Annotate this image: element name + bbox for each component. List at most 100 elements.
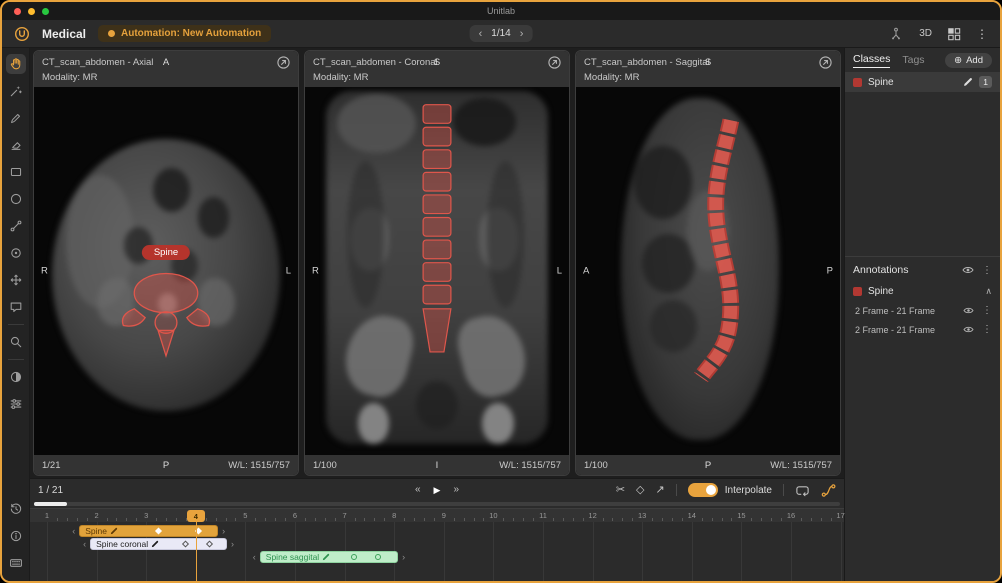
spline-track-icon[interactable]: [821, 483, 836, 498]
keyframe-marker[interactable]: [206, 540, 213, 547]
viewport-title: CT_scan_abdomen - Coronal: [313, 57, 438, 68]
play-icon[interactable]: ▶: [434, 484, 441, 496]
layout-grid-icon[interactable]: [947, 27, 961, 41]
zoom-search-icon[interactable]: [6, 332, 26, 352]
pose-skeleton-icon[interactable]: [888, 26, 904, 42]
track-extend-left-icon[interactable]: ‹: [83, 539, 86, 550]
add-button-label: Add: [966, 55, 983, 66]
playhead-line[interactable]: [196, 522, 197, 581]
track-extend-right-icon[interactable]: ›: [231, 539, 234, 550]
timeline-scrollbar-track[interactable]: [34, 502, 840, 506]
eraser-tool-icon[interactable]: [6, 135, 26, 155]
ruler-tick-label: 5: [243, 511, 247, 520]
annotation-group-name: Spine: [868, 286, 894, 297]
playhead-chip[interactable]: 4: [187, 510, 205, 522]
ruler-minor-tick: [821, 518, 822, 521]
close-window-button[interactable]: [14, 8, 21, 15]
track-extend-left-icon[interactable]: ‹: [253, 552, 256, 563]
timeline-track-bar[interactable]: ‹Spine saggital›: [260, 551, 398, 563]
track-extend-right-icon[interactable]: ›: [402, 552, 405, 563]
unitlab-logo-icon[interactable]: [14, 26, 30, 42]
timeline-grid[interactable]: ‹Spine›‹Spine coronal› ‹Spine saggital›: [30, 522, 844, 581]
annotations-menu-icon[interactable]: ⋮: [982, 265, 992, 276]
ruler-minor-tick: [57, 518, 58, 521]
brush-tool-icon[interactable]: [6, 108, 26, 128]
ruler-tick-label: 13: [638, 511, 646, 520]
annotation-menu-icon[interactable]: ⋮: [982, 305, 992, 316]
pan-hand-tool-icon[interactable]: [6, 54, 26, 74]
edit-class-pencil-icon[interactable]: [963, 77, 973, 87]
cut-scissors-icon[interactable]: ✂: [616, 484, 625, 496]
keyframe-marker[interactable]: [351, 554, 357, 560]
history-icon[interactable]: [6, 499, 26, 519]
tab-tags[interactable]: Tags: [902, 54, 924, 68]
track-extend-right-icon[interactable]: ›: [222, 526, 225, 537]
toggle-visibility-eye-icon[interactable]: [963, 325, 974, 334]
keypoint-tool-icon[interactable]: [6, 243, 26, 263]
keyboard-shortcuts-icon[interactable]: [6, 553, 26, 573]
ruler-minor-tick: [226, 518, 227, 521]
annotation-menu-icon[interactable]: ⋮: [982, 324, 992, 335]
adjustments-sliders-icon[interactable]: [6, 394, 26, 414]
trend-arrow-icon[interactable]: ↗: [656, 484, 665, 496]
keyframe-marker[interactable]: [182, 540, 189, 547]
annotation-item[interactable]: 2 Frame - 21 Frame ⋮: [845, 301, 1000, 320]
timeline-frame-counter: 1 / 21: [38, 485, 63, 496]
timeline-grid-line: [47, 522, 48, 581]
track-edit-pencil-icon[interactable]: [322, 553, 330, 561]
keyframe-marker[interactable]: [375, 554, 381, 560]
ruler-minor-tick: [255, 518, 256, 521]
smart-wand-tool-icon[interactable]: [6, 81, 26, 101]
keyframe-diamond-icon[interactable]: ◇: [636, 484, 644, 496]
viewport-coronal-canvas[interactable]: R L: [305, 87, 569, 455]
skip-back-icon[interactable]: «: [415, 484, 421, 496]
keyframe-marker[interactable]: [155, 527, 162, 534]
ruler-minor-tick: [622, 518, 623, 521]
pager-next-icon[interactable]: ›: [520, 29, 524, 39]
track-extend-left-icon[interactable]: ‹: [72, 526, 75, 537]
minimize-window-button[interactable]: [28, 8, 35, 15]
track-edit-pencil-icon[interactable]: [151, 540, 159, 548]
class-name: Spine: [868, 77, 894, 88]
annotation-item[interactable]: 2 Frame - 21 Frame ⋮: [845, 320, 1000, 339]
expand-viewport-icon[interactable]: [277, 56, 290, 69]
collapse-chevron-icon[interactable]: ∧: [985, 286, 992, 297]
ruler-minor-tick: [305, 518, 306, 521]
viewport-axial-canvas[interactable]: R L: [34, 87, 298, 455]
timeline-track-bar[interactable]: ‹Spine coronal›: [90, 538, 227, 550]
contrast-icon[interactable]: [6, 367, 26, 387]
automation-badge[interactable]: Automation: New Automation: [98, 25, 271, 42]
transform-move-tool-icon[interactable]: [6, 270, 26, 290]
axial-spine-overlay[interactable]: [34, 87, 298, 455]
expand-viewport-icon[interactable]: [548, 56, 561, 69]
interpolate-toggle[interactable]: [688, 483, 718, 497]
class-row-spine[interactable]: Spine 1: [845, 72, 1000, 92]
pager-prev-icon[interactable]: ‹: [479, 29, 483, 39]
toggle-visibility-eye-icon[interactable]: [963, 306, 974, 315]
viewport-saggital-canvas[interactable]: A P: [576, 87, 840, 455]
axial-spine-label[interactable]: Spine: [142, 245, 190, 260]
saggital-spine-overlay[interactable]: [576, 87, 840, 455]
skip-forward-icon[interactable]: »: [453, 484, 459, 496]
more-options-icon[interactable]: ⋮: [976, 28, 988, 40]
timeline-ruler[interactable]: 1235678910111213141516174: [30, 508, 844, 522]
coronal-spine-overlay[interactable]: [305, 87, 569, 455]
timeline-track-bar[interactable]: ‹Spine›: [79, 525, 218, 537]
loop-icon[interactable]: [795, 483, 810, 498]
timeline-scrollbar-thumb[interactable]: [34, 502, 67, 506]
comment-tool-icon[interactable]: [6, 297, 26, 317]
tab-classes[interactable]: Classes: [853, 53, 890, 68]
orientation-left-label: R: [41, 266, 48, 277]
annotation-group-spine[interactable]: Spine ∧: [845, 282, 1000, 301]
view-3d-button[interactable]: 3D: [919, 28, 932, 39]
maximize-window-button[interactable]: [42, 8, 49, 15]
info-icon[interactable]: [6, 526, 26, 546]
expand-viewport-icon[interactable]: [819, 56, 832, 69]
toggle-visibility-eye-icon[interactable]: [962, 265, 974, 275]
polyline-tool-icon[interactable]: [6, 216, 26, 236]
rectangle-tool-icon[interactable]: [6, 162, 26, 182]
add-class-button[interactable]: ⊕ Add: [945, 53, 992, 68]
track-edit-pencil-icon[interactable]: [110, 527, 118, 535]
ellipse-tool-icon[interactable]: [6, 189, 26, 209]
class-count-badge: 1: [979, 76, 992, 88]
